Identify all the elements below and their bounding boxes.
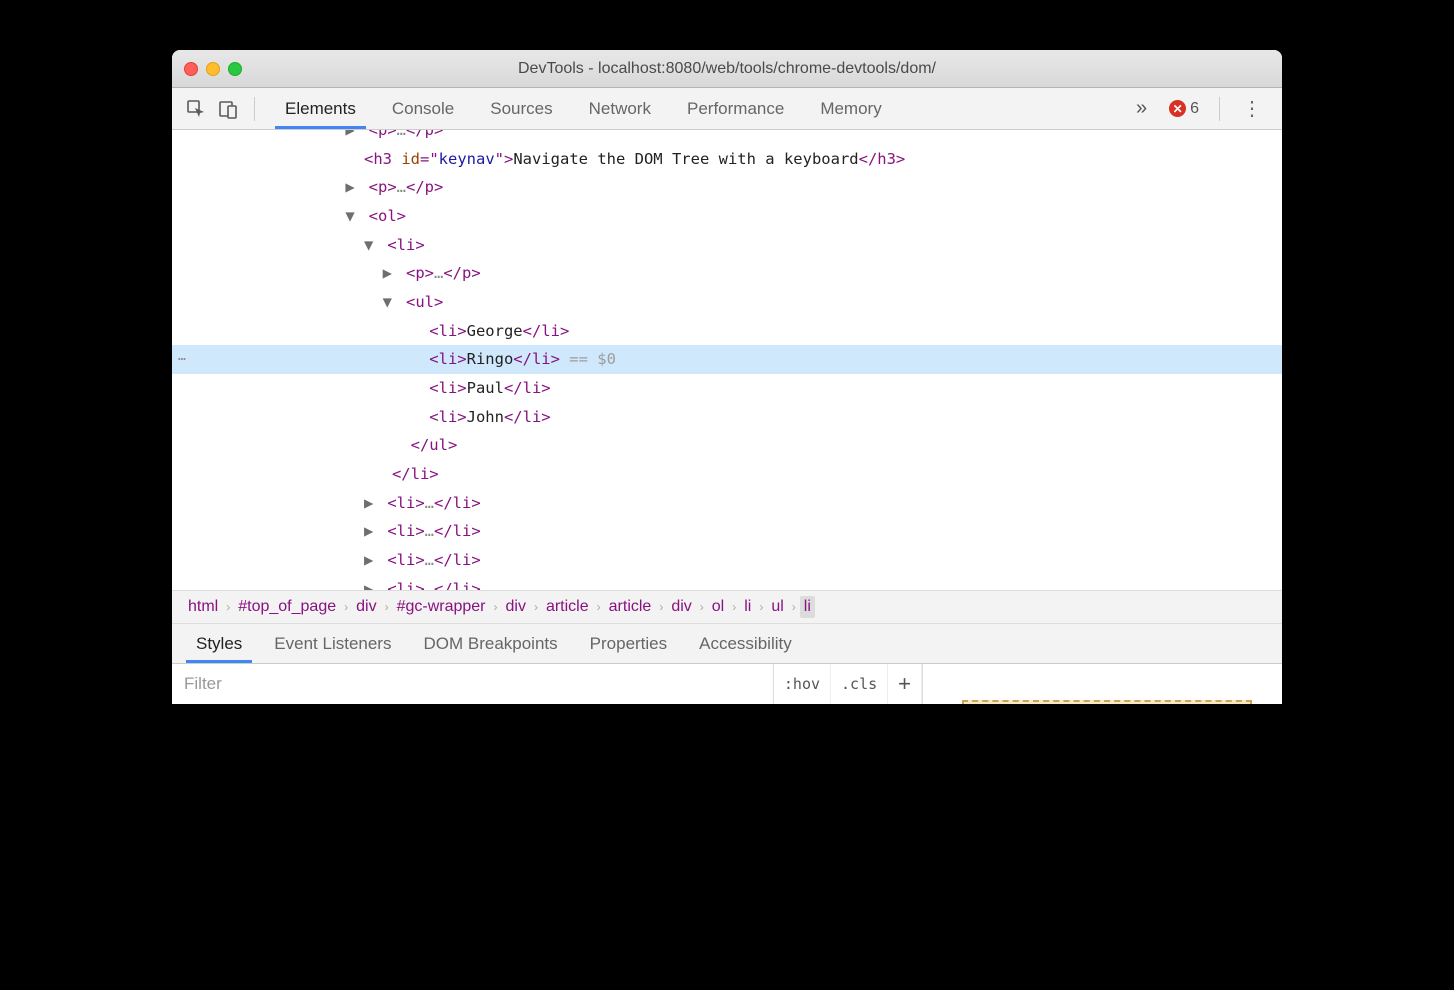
hov-toggle-button[interactable]: :hov xyxy=(774,664,831,704)
crumb-li[interactable]: li xyxy=(740,596,755,618)
dom-node-li-open[interactable]: ▼ <li> xyxy=(172,231,1282,260)
dom-breadcrumb: html› #top_of_page› div› #gc-wrapper› di… xyxy=(172,590,1282,624)
expand-arrow-icon[interactable]: ▶ xyxy=(364,517,378,546)
dom-node-li-paul[interactable]: <li>Paul</li> xyxy=(172,374,1282,403)
devtools-window: DevTools - localhost:8080/web/tools/chro… xyxy=(172,50,1282,704)
dom-node-ul-open[interactable]: ▼ <ul> xyxy=(172,288,1282,317)
styles-toolbar: :hov .cls + xyxy=(172,664,1282,704)
dom-node-p-inner[interactable]: ▶ <p>…</p> xyxy=(172,259,1282,288)
tab-elements[interactable]: Elements xyxy=(267,88,374,129)
inspect-element-icon[interactable] xyxy=(182,95,210,123)
new-style-rule-button[interactable]: + xyxy=(888,664,922,704)
dom-node-ol-open[interactable]: ▼ <ol> xyxy=(172,202,1282,231)
minimize-window-button[interactable] xyxy=(206,62,220,76)
subtab-styles[interactable]: Styles xyxy=(180,624,258,663)
dom-node-ul-close[interactable]: </ul> xyxy=(172,431,1282,460)
subtab-dom-breakpoints[interactable]: DOM Breakpoints xyxy=(407,624,573,663)
subtab-accessibility[interactable]: Accessibility xyxy=(683,624,808,663)
toolbar-separator xyxy=(1219,97,1220,121)
main-toolbar: Elements Console Sources Network Perform… xyxy=(172,88,1282,130)
dom-node-h3[interactable]: <h3 id="keynav">Navigate the DOM Tree wi… xyxy=(172,145,1282,174)
panel-tabs: Elements Console Sources Network Perform… xyxy=(267,88,1122,129)
expand-arrow-icon[interactable]: ▶ xyxy=(345,173,359,202)
box-model-margin-icon xyxy=(962,700,1252,704)
collapse-arrow-icon[interactable]: ▼ xyxy=(383,288,397,317)
crumb-article[interactable]: article xyxy=(605,596,656,618)
titlebar: DevTools - localhost:8080/web/tools/chro… xyxy=(172,50,1282,88)
error-count: 6 xyxy=(1190,100,1199,118)
dom-node-p-cutoff[interactable]: ▶ <p>…</p> xyxy=(172,130,1282,145)
close-window-button[interactable] xyxy=(184,62,198,76)
expand-arrow-icon[interactable]: ▶ xyxy=(345,130,359,145)
dom-node-li-collapsed[interactable]: ▶ <li>…</li> xyxy=(172,517,1282,546)
collapse-arrow-icon[interactable]: ▼ xyxy=(364,231,378,260)
window-title: DevTools - localhost:8080/web/tools/chro… xyxy=(172,60,1282,78)
expand-arrow-icon[interactable]: ▶ xyxy=(364,575,378,590)
dom-node-p-collapsed[interactable]: ▶ <p>…</p> xyxy=(172,173,1282,202)
subtab-event-listeners[interactable]: Event Listeners xyxy=(258,624,407,663)
crumb-ul[interactable]: ul xyxy=(767,596,787,618)
crumb-ol[interactable]: ol xyxy=(708,596,728,618)
tab-console[interactable]: Console xyxy=(374,88,472,129)
dom-node-li-collapsed[interactable]: ▶ <li>…</li> xyxy=(172,575,1282,590)
crumb-div[interactable]: div xyxy=(502,596,530,618)
dom-node-li-ringo-selected[interactable]: … <li>Ringo</li> == $0 xyxy=(172,345,1282,374)
tab-sources[interactable]: Sources xyxy=(472,88,570,129)
dom-node-li-collapsed[interactable]: ▶ <li>…</li> xyxy=(172,546,1282,575)
dom-node-li-george[interactable]: <li>George</li> xyxy=(172,317,1282,346)
crumb-top-of-page[interactable]: #top_of_page xyxy=(234,596,340,618)
crumb-gc-wrapper[interactable]: #gc-wrapper xyxy=(393,596,490,618)
crumb-div[interactable]: div xyxy=(352,596,380,618)
expand-arrow-icon[interactable]: ▶ xyxy=(364,489,378,518)
more-tabs-button[interactable]: » xyxy=(1126,97,1157,120)
styles-subtabs: Styles Event Listeners DOM Breakpoints P… xyxy=(172,624,1282,664)
expand-arrow-icon[interactable]: ▶ xyxy=(383,259,397,288)
crumb-div[interactable]: div xyxy=(667,596,695,618)
cls-toggle-button[interactable]: .cls xyxy=(831,664,888,704)
device-toolbar-icon[interactable] xyxy=(214,95,242,123)
crumb-li-selected[interactable]: li xyxy=(800,596,815,618)
selected-node-actions-icon[interactable]: … xyxy=(178,345,186,369)
computed-pane-preview xyxy=(922,664,1282,704)
expand-arrow-icon[interactable]: ▶ xyxy=(364,546,378,575)
dom-tree-panel[interactable]: ▶ <p>…</p> <h3 id="keynav">Navigate the … xyxy=(172,130,1282,590)
collapse-arrow-icon[interactable]: ▼ xyxy=(345,202,359,231)
tab-performance[interactable]: Performance xyxy=(669,88,802,129)
tab-network[interactable]: Network xyxy=(571,88,669,129)
dom-node-li-close[interactable]: </li> xyxy=(172,460,1282,489)
maximize-window-button[interactable] xyxy=(228,62,242,76)
tab-memory[interactable]: Memory xyxy=(802,88,899,129)
error-icon: ✕ xyxy=(1169,100,1186,117)
crumb-article[interactable]: article xyxy=(542,596,593,618)
dom-node-li-john[interactable]: <li>John</li> xyxy=(172,403,1282,432)
traffic-lights xyxy=(184,62,242,76)
settings-menu-button[interactable]: ⋮ xyxy=(1232,96,1272,121)
subtab-properties[interactable]: Properties xyxy=(574,624,683,663)
toolbar-separator xyxy=(254,97,255,121)
dom-node-li-collapsed[interactable]: ▶ <li>…</li> xyxy=(172,489,1282,518)
crumb-html[interactable]: html xyxy=(184,596,222,618)
error-counter[interactable]: ✕ 6 xyxy=(1161,100,1207,118)
styles-filter-input[interactable] xyxy=(172,664,774,704)
